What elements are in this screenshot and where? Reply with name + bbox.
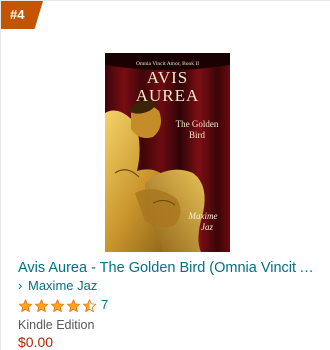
product-title-link[interactable]: Avis Aurea - The Golden Bird (Omnia Vinc… (18, 259, 318, 277)
cover-subtitle-line1: The Golden (176, 119, 219, 129)
review-count-link[interactable]: 7 (101, 297, 108, 313)
cover-title-line1: AVIS (147, 68, 188, 87)
book-cover-art: Omnia Vincit Amor, Book II AVIS AUREA Th… (105, 53, 230, 252)
star-icon (18, 298, 33, 312)
price: $0.00 (18, 334, 54, 350)
book-cover-image[interactable]: Omnia Vincit Amor, Book II AVIS AUREA Th… (105, 53, 230, 252)
star-icon (82, 298, 97, 312)
star-icon (50, 298, 65, 312)
cover-series-text: Omnia Vincit Amor, Book II (136, 61, 199, 67)
rank-label: #4 (10, 7, 25, 22)
chevron-right-icon: › (18, 278, 23, 293)
author-name: Maxime Jaz (28, 278, 98, 293)
product-card: #4 Omnia Vincit Amor, Book II AVIS AUREA… (0, 0, 330, 350)
author-link[interactable]: › Maxime Jaz (18, 278, 97, 294)
cover-subtitle-line2: Bird (189, 130, 206, 140)
cover-title-line2: AUREA (136, 86, 200, 105)
rating-row: 7 (18, 297, 108, 313)
rank-badge: #4 (1, 1, 43, 29)
cover-author-line2: Jaz (201, 222, 213, 232)
star-icon (34, 298, 49, 312)
star-icon (66, 298, 81, 312)
star-rating[interactable] (18, 298, 97, 313)
format-label: Kindle Edition (18, 318, 95, 332)
cover-author-line1: Maxime (188, 211, 218, 221)
